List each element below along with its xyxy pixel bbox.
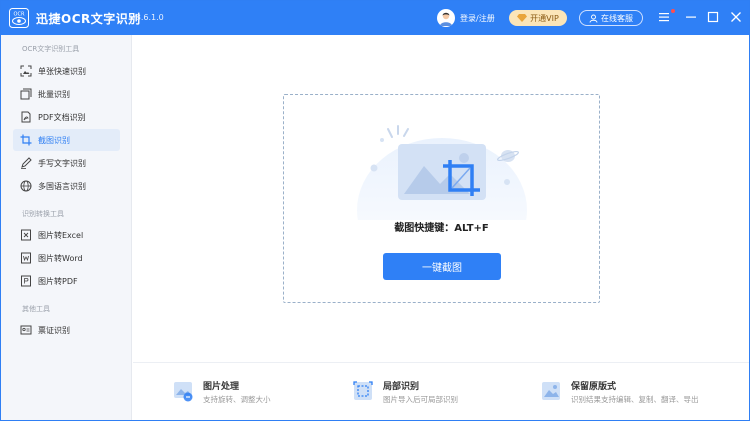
crop-icon — [20, 134, 32, 146]
one-click-capture-button[interactable]: 一键截图 — [383, 253, 501, 280]
word-icon — [21, 252, 31, 264]
service-label: 在线客服 — [601, 13, 633, 23]
sidebar-item-label: 手写文字识别 — [38, 158, 86, 168]
sidebar-item-label: 批量识别 — [38, 89, 70, 99]
sidebar-item-label: 图片转Excel — [38, 230, 84, 240]
batch-icon — [20, 88, 32, 100]
layout-image-icon — [542, 382, 560, 400]
close-icon[interactable] — [729, 10, 743, 24]
title-bar[interactable]: OCR 迅捷OCR文字识别 v8.6.1.0 登录/注册 开通VIP 在线客服 — [1, 1, 749, 35]
section-title-ocr-tools: OCR文字识别工具 — [22, 45, 80, 53]
online-service-button[interactable]: 在线客服 — [579, 10, 643, 26]
app-window: OCR 迅捷OCR文字识别 v8.6.1.0 登录/注册 开通VIP 在线客服 … — [0, 0, 750, 421]
feature-desc: 图片导入后可局部识别 — [383, 395, 458, 404]
sidebar-item-image-to-excel[interactable]: 图片转Excel — [13, 224, 120, 246]
sidebar-item-image-to-pdf[interactable]: 图片转PDF — [13, 270, 120, 292]
image-edit-icon — [174, 382, 193, 402]
pdf-icon — [21, 111, 31, 123]
menu-icon[interactable] — [657, 10, 671, 24]
sidebar-item-handwriting[interactable]: 手写文字识别 — [13, 152, 120, 174]
globe-icon — [20, 180, 32, 192]
partial-select-icon — [353, 381, 373, 400]
main-panel: 截图快捷键：ALT+F 一键截图 图片处理 支持旋转、调整大小 局部识别 图片导… — [133, 35, 749, 420]
ticket-icon — [20, 325, 32, 335]
sidebar-item-label: 多国语言识别 — [38, 181, 86, 191]
ocr-eye-logo-icon: OCR — [9, 8, 29, 28]
sidebar-item-label: 图片转PDF — [38, 276, 78, 286]
sidebar-item-single-recognition[interactable]: 单张快速识别 — [13, 60, 120, 82]
screenshot-illustration-icon — [357, 125, 527, 220]
sidebar-item-label: 单张快速识别 — [38, 66, 86, 76]
feature-title: 局部识别 — [383, 382, 420, 392]
minimize-icon[interactable] — [684, 10, 698, 24]
sidebar-item-label: PDF文档识别 — [38, 112, 86, 122]
pdf-doc-icon — [21, 275, 31, 287]
sidebar: OCR文字识别工具 单张快速识别 批量识别 PDF文档识别 截图识别 手写文字识… — [1, 35, 132, 420]
login-label: 登录/注册 — [460, 13, 495, 23]
app-title: 迅捷OCR文字识别 — [36, 12, 141, 26]
sidebar-item-multilanguage[interactable]: 多国语言识别 — [13, 175, 120, 197]
user-service-icon — [589, 14, 598, 23]
feature-footer: 图片处理 支持旋转、调整大小 局部识别 图片导入后可局部识别 保留原版式 识别结… — [133, 362, 749, 420]
sidebar-item-batch[interactable]: 批量识别 — [13, 83, 120, 105]
avatar — [437, 9, 455, 27]
sidebar-item-ticket[interactable]: 票证识别 — [13, 319, 120, 341]
sidebar-item-label: 截图识别 — [38, 135, 70, 145]
section-title-other-tools: 其他工具 — [22, 305, 50, 313]
diamond-icon — [517, 14, 528, 22]
login-register-button[interactable]: 登录/注册 — [437, 8, 495, 28]
sidebar-item-image-to-word[interactable]: 图片转Word — [13, 247, 120, 269]
app-version: v8.6.1.0 — [131, 13, 164, 22]
vip-label: 开通VIP — [530, 13, 559, 23]
sidebar-item-label: 图片转Word — [38, 253, 83, 263]
excel-icon — [21, 229, 31, 241]
screenshot-drop-zone[interactable]: 截图快捷键：ALT+F 一键截图 — [283, 94, 600, 303]
sidebar-item-label: 票证识别 — [38, 325, 70, 335]
feature-desc: 识别结果支持编辑、复制、翻译、导出 — [571, 395, 699, 404]
logo-text: OCR — [14, 12, 25, 18]
feature-title: 保留原版式 — [571, 382, 617, 392]
feature-title: 图片处理 — [203, 382, 240, 392]
image-scan-icon — [20, 65, 32, 77]
section-title-conversion-tools: 识别转换工具 — [22, 210, 64, 218]
vip-button[interactable]: 开通VIP — [509, 10, 567, 26]
sidebar-item-pdf[interactable]: PDF文档识别 — [13, 106, 120, 128]
maximize-icon[interactable] — [706, 10, 720, 24]
feature-desc: 支持旋转、调整大小 — [203, 395, 271, 404]
shortcut-hint: 截图快捷键：ALT+F — [394, 223, 489, 234]
sidebar-item-screenshot[interactable]: 截图识别 — [13, 129, 120, 151]
pen-icon — [21, 157, 32, 169]
user-avatar-icon — [440, 12, 452, 26]
notification-dot — [671, 9, 675, 13]
